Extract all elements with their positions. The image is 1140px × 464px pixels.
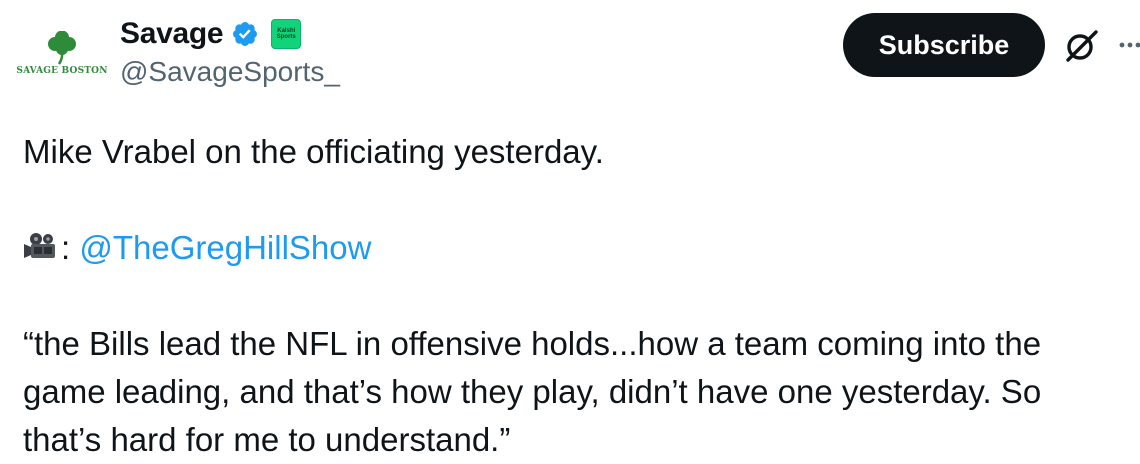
affiliate-badge-line2: Sports <box>276 34 296 40</box>
author-name-row: Savage Kalshi Sports <box>120 14 302 54</box>
quote-line: game leading, and that’s how they play, … <box>23 373 1042 410</box>
avatar-brand-text: SAVAGE BOSTON <box>16 65 108 76</box>
avatar[interactable]: SAVAGE BOSTON <box>16 22 107 84</box>
affiliate-badge[interactable]: Kalshi Sports <box>271 19 302 49</box>
quote-line: “the Bills lead the NFL in offensive hol… <box>23 325 1042 362</box>
video-credit-line: : @TheGregHillShow <box>23 224 1123 272</box>
shamrock-icon <box>48 30 76 65</box>
display-name[interactable]: Savage <box>120 17 224 51</box>
grok-icon[interactable] <box>1062 26 1102 66</box>
movie-camera-icon <box>24 233 55 258</box>
credit-separator: : <box>61 229 71 266</box>
quote-line: that’s hard for me to understand.” <box>23 421 511 458</box>
author-handle[interactable]: @SavageSports_ <box>120 56 340 88</box>
mention-link[interactable]: @TheGregHillShow <box>79 229 371 266</box>
tweet-line: Mike Vrabel on the officiating yesterday… <box>23 133 604 170</box>
more-icon[interactable] <box>1118 38 1140 52</box>
verified-badge-icon[interactable] <box>231 20 259 48</box>
subscribe-button[interactable]: Subscribe <box>843 13 1045 77</box>
tweet-body: Mike Vrabel on the officiating yesterday… <box>23 128 1123 464</box>
